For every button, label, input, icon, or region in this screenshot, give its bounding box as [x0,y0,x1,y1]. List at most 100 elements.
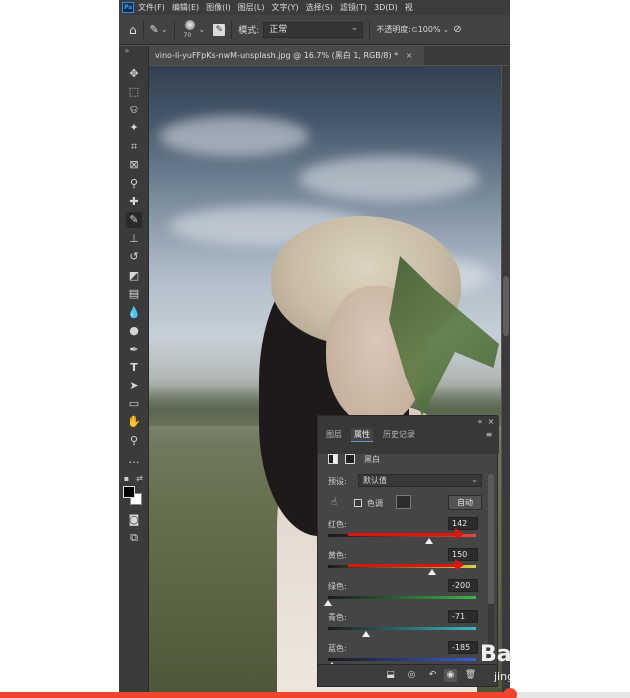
history-brush-tool-icon[interactable]: ↺ [126,249,142,265]
targeted-adjustment-hand-icon[interactable]: ☝ [328,498,340,508]
brush-settings-icon[interactable]: ✎ [213,23,226,36]
menu-filter[interactable]: 滤镜(T) [340,2,367,13]
menu-layer[interactable]: 图层(L) [238,2,265,13]
path-selection-tool-icon[interactable]: ➤ [126,378,142,394]
panel-scroll-thumb[interactable] [488,474,494,604]
foreground-color-swatch[interactable] [123,486,135,498]
slider-value-field[interactable]: -185 [448,641,478,654]
blur-tool-icon[interactable]: 💧 [126,305,142,321]
eyedropper-tool-icon[interactable]: ⚲ [126,176,142,192]
document-tab[interactable]: vino-li-yuFFpKs-nwM-unsplash.jpg @ 16.7%… [149,46,424,65]
slider-label: 蓝色: [328,644,347,653]
brush-tool-icon[interactable]: ✎ [126,212,142,228]
lasso-tool-icon[interactable]: ଡ [126,102,142,118]
pen-tool-icon[interactable]: ✒ [126,342,142,358]
slider-value-field[interactable]: -200 [448,579,478,592]
eraser-tool-icon[interactable]: ◩ [126,268,142,284]
opacity-scrubby-icon: ⊂ [411,25,418,34]
trash-icon[interactable]: 🗑 [464,669,477,682]
menu-image[interactable]: 图像(I) [206,2,231,13]
properties-panel: « × 图层 属性 历史记录 ≡ 黑白 预设: 默认值 ⌄ ☝ 色调 自动 红色… [317,415,499,687]
visibility-eye-icon[interactable]: ◉ [444,669,457,682]
gradient-tool-icon[interactable]: ▤ [126,286,142,302]
options-bar: ⌂ ✎ ⌄ 70 ⌄ ✎ 模式: 正常 不透明度: ⊂ 100% ⌄ ⊘ [119,15,510,45]
slider-thumb[interactable] [362,631,371,637]
quick-mask-icon[interactable]: ◙ [126,512,142,528]
home-icon[interactable]: ⌂ [129,23,137,37]
tab-history[interactable]: 历史记录 [380,428,418,442]
slider-track[interactable] [328,627,476,630]
menu-edit[interactable]: 编辑(E) [172,2,199,13]
screen-mode-icon[interactable]: ⧉ [126,530,142,546]
brush-preset-picker[interactable]: 70 [181,18,199,42]
zoom-tool-icon[interactable]: ⚲ [126,433,142,449]
frame-tool-icon[interactable]: ⊠ [126,157,142,173]
slider-label: 绿色: [328,582,347,591]
slider-track[interactable] [328,596,476,599]
mode-select-value: 正常 [269,24,288,35]
layer-mask-icon[interactable] [345,454,355,464]
adjustment-layer-icon [328,454,338,464]
slider-thumb[interactable] [425,538,434,544]
panel-close-icon[interactable]: × [487,417,495,427]
type-tool-icon[interactable]: T [126,360,142,376]
panel-collapse-icon[interactable]: « [476,417,484,427]
opacity-value[interactable]: 100% [418,25,441,34]
shape-tool-icon[interactable]: ▭ [126,396,142,412]
vertical-scrollbar[interactable] [502,66,510,698]
brush-tool-icon[interactable]: ✎ [150,23,159,36]
pressure-opacity-icon[interactable]: ⊘ [453,24,461,35]
document-tab-strip: vino-li-yuFFpKs-nwM-unsplash.jpg @ 16.7%… [149,46,510,65]
marquee-tool-icon[interactable]: ⬚ [126,84,142,100]
annotation-arrow [348,528,464,540]
dodge-tool-icon[interactable]: ● [126,323,142,339]
hand-tool-icon[interactable]: ✋ [126,414,142,430]
panel-collapse-icon[interactable]: » [122,46,132,56]
video-progress-bar[interactable] [0,688,630,698]
menu-view[interactable]: 视 [405,2,413,13]
auto-button[interactable]: 自动 [448,495,482,510]
panel-menu-icon[interactable]: ≡ [484,430,494,440]
default-colors-icon[interactable]: ▪ [122,474,131,484]
preset-select-value: 默认值 [363,476,387,485]
menu-file[interactable]: 文件(F) [138,2,165,13]
next-page-icon[interactable]: › [583,332,607,364]
swap-colors-icon[interactable]: ⇄ [135,474,144,484]
menu-select[interactable]: 选择(S) [306,2,333,13]
move-tool-icon[interactable]: ✥ [126,66,142,82]
slider-label: 红色: [328,520,347,529]
preset-select[interactable]: 默认值 ⌄ [358,474,482,487]
slider-thumb[interactable] [324,600,332,606]
sky-cloud [299,156,479,201]
menu-3d[interactable]: 3D(D) [374,3,398,12]
brush-chevron-icon[interactable]: ⌄ [199,25,206,34]
slider-value-field[interactable]: -71 [448,610,478,623]
opacity-chevron-icon[interactable]: ⌄ [443,25,450,34]
clone-stamp-tool-icon[interactable]: ⊥ [126,231,142,247]
clip-to-layer-icon[interactable]: ⬓ [384,669,397,682]
tint-label: 色调 [367,499,383,508]
brush-tip-icon [184,19,195,30]
options-divider [173,20,175,39]
slider-thumb[interactable] [427,569,436,575]
magic-wand-tool-icon[interactable]: ✦ [126,120,142,136]
tool-preset-chevron-icon[interactable]: ⌄ [161,25,168,34]
mode-select[interactable]: 正常 [263,21,364,38]
menu-type[interactable]: 文字(Y) [271,2,298,13]
adjustment-name: 黑白 [364,455,380,464]
more-tools-icon[interactable]: … [126,452,142,468]
tab-layers[interactable]: 图层 [323,428,345,442]
progress-knob[interactable] [503,688,518,698]
close-tab-icon[interactable]: × [406,51,413,60]
crop-tool-icon[interactable]: ⌗ [126,139,142,155]
tint-checkbox[interactable] [354,499,362,507]
view-previous-state-icon[interactable]: ◎ [405,669,418,682]
photoshop-window: Ps 文件(F) 编辑(E) 图像(I) 图层(L) 文字(Y) 选择(S) 滤… [119,0,510,698]
reset-icon[interactable]: ↶ [426,669,439,682]
tint-color-swatch[interactable] [396,495,411,509]
healing-brush-tool-icon[interactable]: ✚ [126,194,142,210]
sky-cloud [159,116,309,156]
tab-properties[interactable]: 属性 [351,428,373,442]
slider-track[interactable] [328,658,476,661]
scrollbar-thumb[interactable] [503,276,509,336]
